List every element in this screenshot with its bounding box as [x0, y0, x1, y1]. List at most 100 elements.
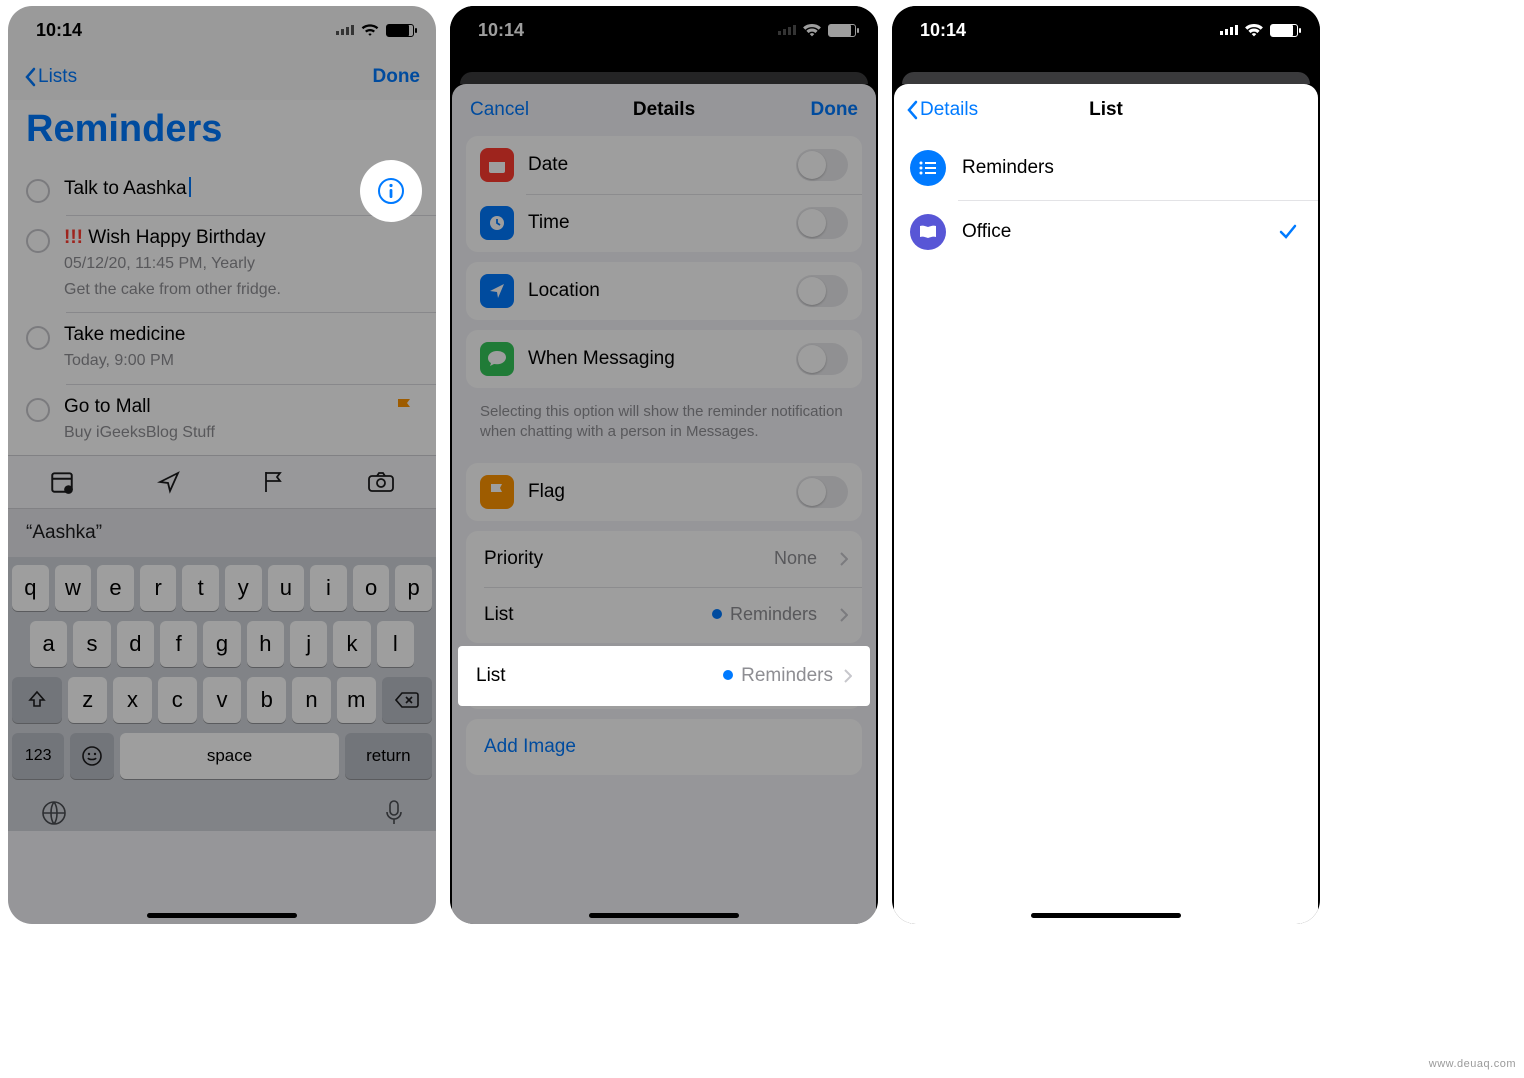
chevron-right-icon: [843, 668, 852, 684]
location-row[interactable]: Location: [466, 262, 862, 320]
reminder-row[interactable]: !!! Wish Happy Birthday 05/12/20, 11:45 …: [8, 215, 436, 312]
key-p[interactable]: p: [395, 565, 432, 611]
date-toggle[interactable]: [796, 149, 848, 181]
priority-value: None: [774, 548, 817, 569]
key-r[interactable]: r: [140, 565, 177, 611]
messaging-row[interactable]: When Messaging: [466, 330, 862, 388]
label: Add Image: [484, 736, 576, 758]
key-e[interactable]: e: [97, 565, 134, 611]
key-m[interactable]: m: [337, 677, 376, 723]
home-indicator[interactable]: [1031, 913, 1181, 918]
label: Time: [528, 212, 570, 234]
key-t[interactable]: t: [182, 565, 219, 611]
key-a[interactable]: a: [30, 621, 67, 667]
back-button[interactable]: Lists: [24, 66, 77, 88]
list-value: Reminders: [730, 604, 817, 624]
complete-radio[interactable]: [26, 179, 50, 203]
time-toggle[interactable]: [796, 207, 848, 239]
messaging-toggle[interactable]: [796, 343, 848, 375]
location-toggle[interactable]: [796, 275, 848, 307]
reminder-notes: Get the cake from other fridge.: [64, 279, 281, 301]
list-color-dot: [723, 670, 733, 680]
label: Flag: [528, 481, 565, 503]
sheet-nav: Cancel Details Done: [452, 84, 876, 136]
key-l[interactable]: l: [377, 621, 414, 667]
flag-icon: [396, 398, 414, 418]
list-option-office[interactable]: Office: [894, 200, 1318, 264]
calendar-icon[interactable]: [49, 469, 75, 495]
return-key[interactable]: return: [345, 733, 432, 779]
time-icon: [480, 206, 514, 240]
list-option-reminders[interactable]: Reminders: [894, 136, 1318, 200]
priority-prefix: !!!: [64, 227, 83, 248]
backspace-key[interactable]: [382, 677, 432, 723]
navigate-icon: [480, 274, 514, 308]
complete-radio[interactable]: [26, 229, 50, 253]
key-c[interactable]: c: [158, 677, 197, 723]
key-x[interactable]: x: [113, 677, 152, 723]
list-row[interactable]: List Reminders: [458, 646, 870, 706]
date-row[interactable]: Date: [466, 136, 862, 194]
back-button[interactable]: Details: [906, 99, 978, 121]
shift-key[interactable]: [12, 677, 62, 723]
home-indicator[interactable]: [147, 913, 297, 918]
key-d[interactable]: d: [117, 621, 154, 667]
key-u[interactable]: u: [268, 565, 305, 611]
navigate-icon[interactable]: [157, 470, 181, 494]
key-w[interactable]: w: [55, 565, 92, 611]
suggestion-text[interactable]: “Aashka”: [26, 522, 102, 544]
key-f[interactable]: f: [160, 621, 197, 667]
key-q[interactable]: q: [12, 565, 49, 611]
priority-row[interactable]: Priority None: [466, 531, 862, 587]
back-label: Details: [920, 99, 978, 121]
done-button[interactable]: Done: [811, 99, 859, 121]
list-row-dimmed[interactable]: List Reminders: [466, 587, 862, 643]
reminder-row[interactable]: Go to Mall Buy iGeeksBlog Stuff: [8, 384, 436, 456]
screen-list-picker: 10:14 Details List Reminders: [892, 6, 1320, 924]
globe-icon[interactable]: [40, 799, 68, 827]
numbers-key[interactable]: 123: [12, 733, 64, 779]
reminder-title[interactable]: Talk to Aashka: [64, 178, 187, 199]
key-y[interactable]: y: [225, 565, 262, 611]
info-button[interactable]: [360, 160, 422, 222]
keyboard[interactable]: qwertyuiop asdfghjkl zxcvbnm 123 space r…: [8, 557, 436, 831]
key-s[interactable]: s: [73, 621, 110, 667]
key-k[interactable]: k: [333, 621, 370, 667]
wifi-icon: [1244, 23, 1264, 37]
key-o[interactable]: o: [353, 565, 390, 611]
time-row[interactable]: Time: [466, 194, 862, 252]
key-i[interactable]: i: [310, 565, 347, 611]
flag-row[interactable]: Flag: [466, 463, 862, 521]
home-indicator[interactable]: [589, 913, 739, 918]
space-key[interactable]: space: [120, 733, 338, 779]
done-button[interactable]: Done: [373, 66, 421, 88]
list-name: Reminders: [962, 157, 1054, 179]
flag-toggle[interactable]: [796, 476, 848, 508]
emoji-key[interactable]: [70, 733, 114, 779]
cancel-button[interactable]: Cancel: [470, 99, 529, 121]
add-image-row[interactable]: Add Image: [466, 719, 862, 775]
key-b[interactable]: b: [247, 677, 286, 723]
complete-radio[interactable]: [26, 398, 50, 422]
camera-icon[interactable]: [367, 471, 395, 493]
key-v[interactable]: v: [203, 677, 242, 723]
reminder-title: Go to Mall: [64, 396, 215, 418]
keyboard-row-3: zxcvbnm: [12, 677, 432, 723]
screen-details: 10:14 Cancel Details Done Date: [450, 6, 878, 924]
page-title: Reminders: [8, 100, 436, 165]
flag-outline-icon[interactable]: [263, 470, 285, 494]
reminder-title: Wish Happy Birthday: [88, 227, 265, 248]
key-z[interactable]: z: [68, 677, 107, 723]
key-n[interactable]: n: [292, 677, 331, 723]
complete-radio[interactable]: [26, 326, 50, 350]
reminder-row[interactable]: Take medicine Today, 9:00 PM: [8, 312, 436, 384]
key-j[interactable]: j: [290, 621, 327, 667]
microphone-icon[interactable]: [384, 799, 404, 827]
reminder-meta: 05/12/20, 11:45 PM, Yearly: [64, 253, 281, 275]
label: Priority: [484, 548, 543, 570]
keyboard-suggestion-bar[interactable]: “Aashka”: [8, 509, 436, 557]
key-h[interactable]: h: [247, 621, 284, 667]
key-g[interactable]: g: [203, 621, 240, 667]
status-bar: 10:14: [8, 6, 436, 54]
cellular-icon: [336, 25, 354, 35]
